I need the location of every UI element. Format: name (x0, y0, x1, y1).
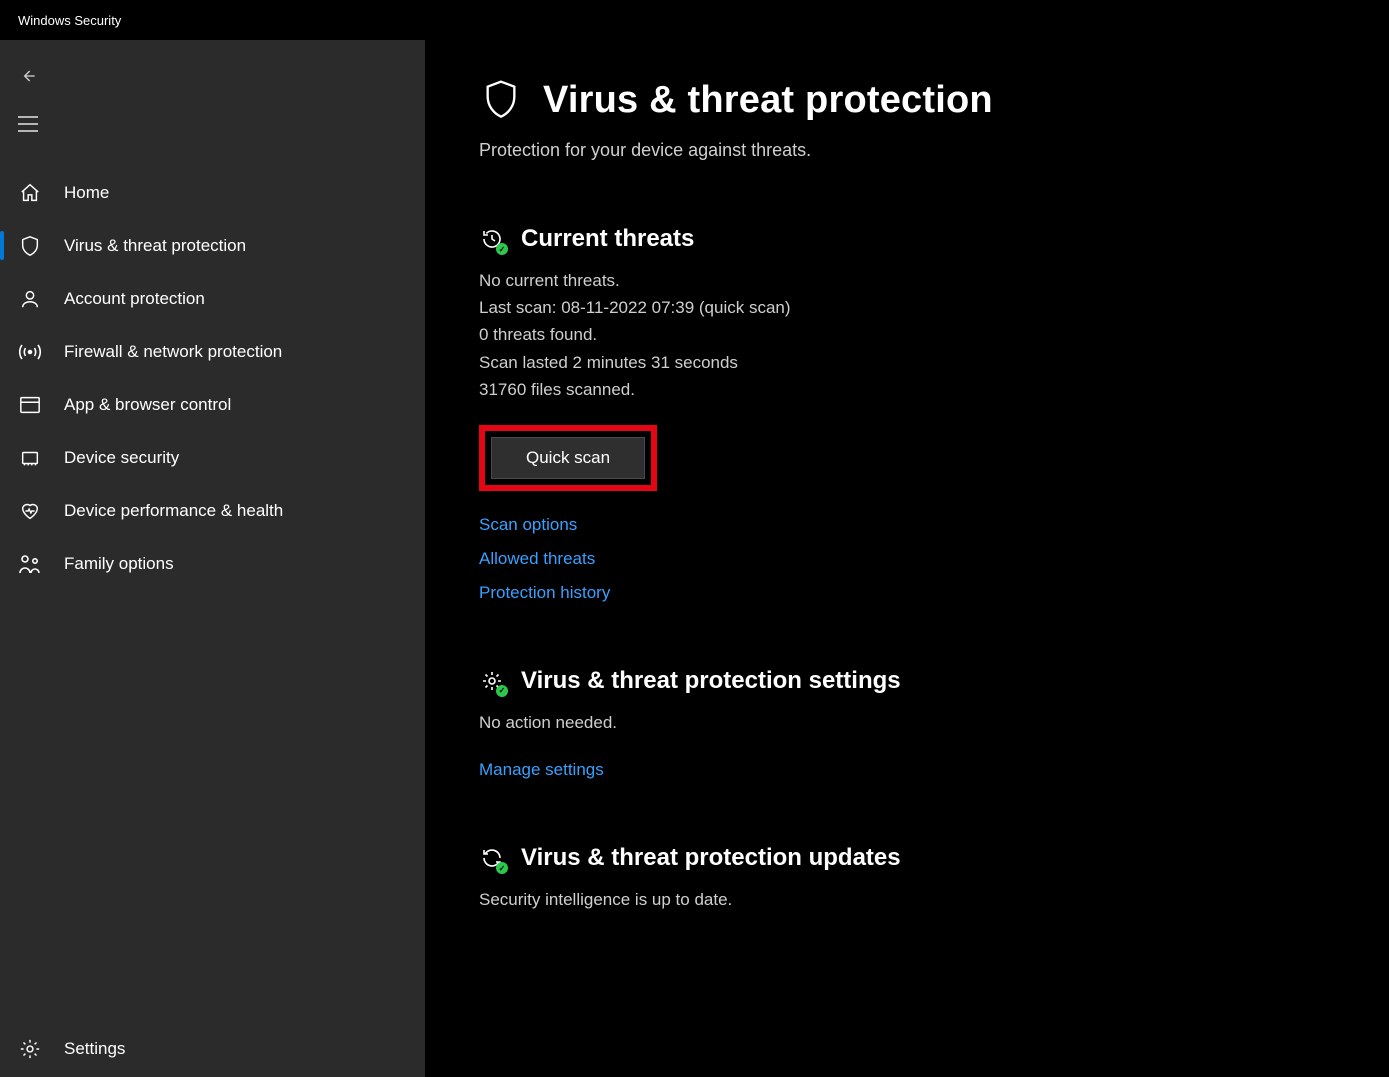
section-title: Virus & threat protection updates (521, 844, 901, 872)
sidebar-item-app-browser[interactable]: App & browser control (0, 378, 425, 431)
back-button[interactable] (6, 52, 54, 100)
sidebar-item-label: Virus & threat protection (64, 236, 246, 256)
quick-scan-button[interactable]: Quick scan (491, 437, 645, 479)
scan-duration-line: Scan lasted 2 minutes 31 seconds (479, 349, 1389, 376)
page-header: Virus & threat protection (479, 78, 1389, 122)
sidebar-item-label: Family options (64, 554, 174, 574)
sidebar-item-label: Device performance & health (64, 501, 283, 521)
menu-button[interactable] (6, 100, 54, 148)
scan-options-link[interactable]: Scan options (479, 515, 577, 535)
sidebar-item-device-security[interactable]: Device security (0, 431, 425, 484)
vtp-updates-section: Virus & threat protection updates Securi… (479, 844, 1389, 913)
page-subtitle: Protection for your device against threa… (479, 140, 1389, 161)
shield-icon (18, 234, 42, 258)
settings-status: No action needed. (479, 709, 1389, 736)
sidebar-item-virus-threat[interactable]: Virus & threat protection (0, 219, 425, 272)
nav: Home Virus & threat protection Account p… (0, 166, 425, 590)
home-icon (18, 181, 42, 205)
threats-status: No current threats. (479, 267, 1389, 294)
title-bar: Windows Security (0, 0, 1389, 40)
sidebar-item-label: Firewall & network protection (64, 342, 282, 362)
sidebar-item-label: Settings (64, 1039, 125, 1059)
page-title: Virus & threat protection (543, 79, 993, 122)
section-title: Virus & threat protection settings (521, 667, 901, 695)
protection-history-link[interactable]: Protection history (479, 583, 610, 603)
sidebar-item-label: App & browser control (64, 395, 231, 415)
status-ok-badge (496, 685, 508, 697)
app-title: Windows Security (18, 13, 121, 28)
sidebar-item-label: Home (64, 183, 109, 203)
threats-found-line: 0 threats found. (479, 321, 1389, 348)
gear-icon (18, 1037, 42, 1061)
person-icon (18, 287, 42, 311)
history-icon (479, 226, 505, 252)
vtp-settings-section: Virus & threat protection settings No ac… (479, 667, 1389, 780)
sidebar-item-account-protection[interactable]: Account protection (0, 272, 425, 325)
sidebar-item-home[interactable]: Home (0, 166, 425, 219)
gear-icon (479, 668, 505, 694)
section-title: Current threats (521, 225, 694, 253)
current-threats-section: Current threats No current threats. Last… (479, 225, 1389, 603)
sidebar-item-label: Account protection (64, 289, 205, 309)
allowed-threats-link[interactable]: Allowed threats (479, 549, 595, 569)
refresh-icon (479, 845, 505, 871)
arrow-left-icon (18, 66, 38, 86)
broadcast-icon (18, 340, 42, 364)
hamburger-icon (18, 116, 38, 132)
sidebar-item-settings[interactable]: Settings (0, 1021, 425, 1077)
status-ok-badge (496, 862, 508, 874)
last-scan-line: Last scan: 08-11-2022 07:39 (quick scan) (479, 294, 1389, 321)
manage-settings-link[interactable]: Manage settings (479, 760, 604, 780)
sidebar-item-firewall[interactable]: Firewall & network protection (0, 325, 425, 378)
shield-icon (479, 78, 523, 122)
sidebar-item-label: Device security (64, 448, 179, 468)
status-ok-badge (496, 243, 508, 255)
updates-status: Security intelligence is up to date. (479, 886, 1389, 913)
main-content: Virus & threat protection Protection for… (425, 40, 1389, 1077)
annotation-highlight: Quick scan (479, 425, 657, 491)
heart-icon (18, 499, 42, 523)
family-icon (18, 552, 42, 576)
window-icon (18, 393, 42, 417)
files-scanned-line: 31760 files scanned. (479, 376, 1389, 403)
sidebar-item-performance-health[interactable]: Device performance & health (0, 484, 425, 537)
chip-icon (18, 446, 42, 470)
sidebar-item-family-options[interactable]: Family options (0, 537, 425, 590)
sidebar: Home Virus & threat protection Account p… (0, 40, 425, 1077)
